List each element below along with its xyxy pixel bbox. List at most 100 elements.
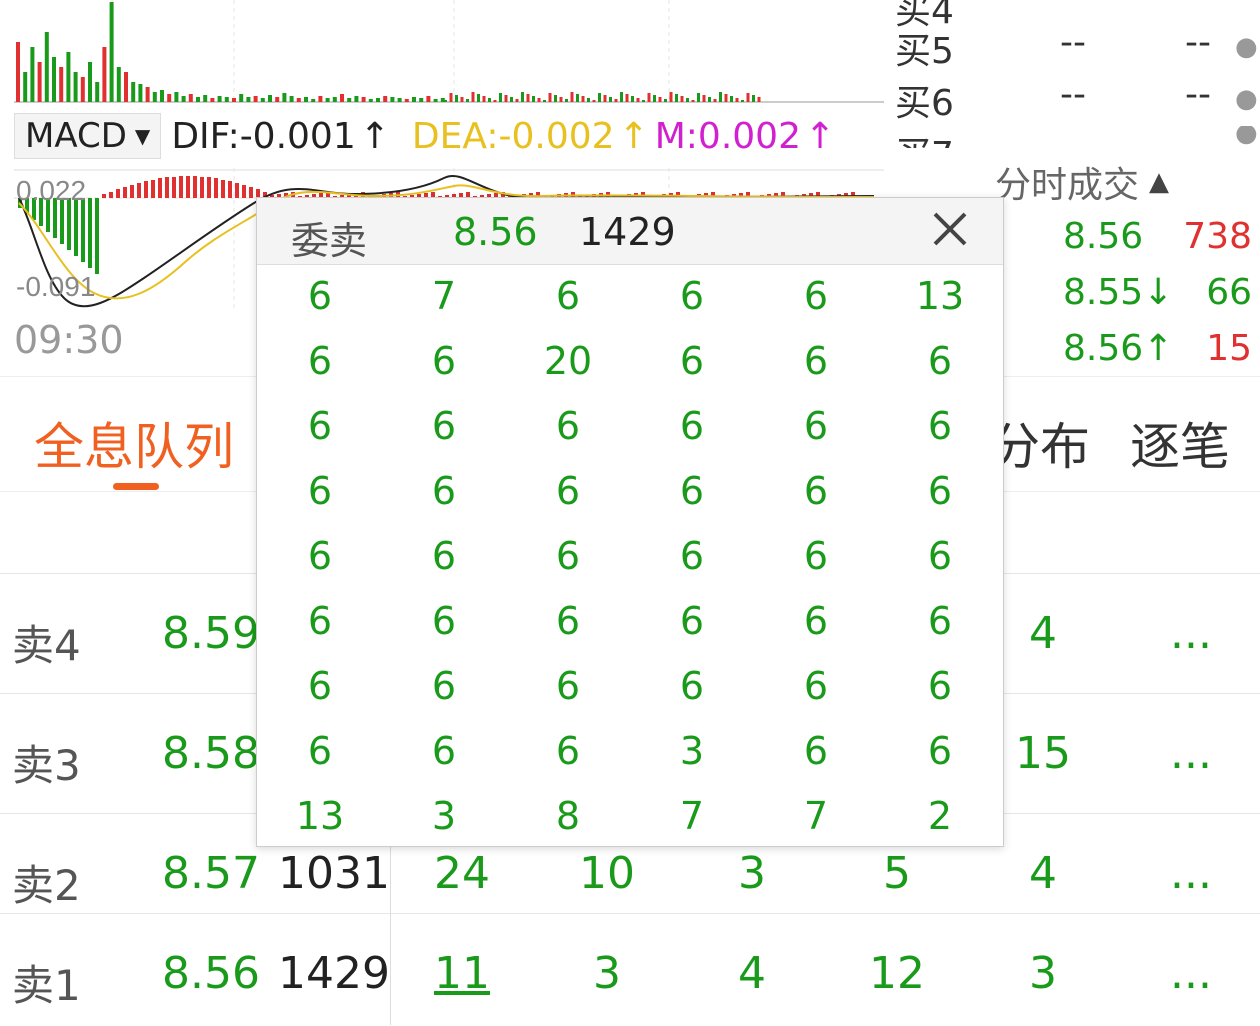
volume-bar <box>109 2 114 102</box>
volume-bar <box>188 94 193 102</box>
volume-bar <box>289 96 294 102</box>
volume-bar <box>713 99 717 102</box>
macd-bar <box>109 192 113 198</box>
queue-order[interactable]: 24 <box>412 848 512 899</box>
popup-order-cell: 6 <box>803 664 829 708</box>
popup-order-cell: 6 <box>927 729 953 773</box>
popup-order-cell: 6 <box>431 404 457 448</box>
macd-bar <box>102 194 106 198</box>
queue-order[interactable]: 3 <box>557 948 657 999</box>
tab-full-queue[interactable]: 全息队列 <box>34 407 234 479</box>
queue-order[interactable]: 3 <box>993 948 1093 999</box>
volume-bar <box>675 94 678 102</box>
volume-chart <box>14 0 884 103</box>
volume-bar <box>730 96 733 102</box>
popup-order-cell: 6 <box>307 469 333 513</box>
more-orders-button[interactable]: ... <box>1170 728 1212 779</box>
m-up-icon: ↑ <box>804 115 836 157</box>
queue-order[interactable]: 15 <box>993 728 1093 779</box>
queue-order[interactable]: 5 <box>847 848 947 899</box>
popup-order-cell: 6 <box>803 534 829 578</box>
volume-bar <box>102 47 107 102</box>
queue-order[interactable]: 4 <box>993 608 1093 659</box>
volume-bar <box>397 98 402 102</box>
volume-bar <box>752 95 755 102</box>
trade-qty: 66 <box>1206 272 1252 313</box>
volume-bar <box>116 67 121 102</box>
volume-bar <box>504 95 508 102</box>
popup-order-cell: 20 <box>543 339 593 383</box>
macd-bar <box>172 177 176 198</box>
macd-bar <box>179 176 183 198</box>
macd-bar <box>186 176 190 198</box>
popup-order-cell: 6 <box>679 534 705 578</box>
queue-order[interactable]: 4 <box>702 948 802 999</box>
queue-order[interactable]: 3 <box>702 848 802 899</box>
volume-bar <box>603 95 607 102</box>
volume-bar <box>592 100 596 102</box>
more-orders-button[interactable]: ... <box>1170 948 1212 999</box>
volume-bar <box>653 95 656 102</box>
queue-order[interactable]: 10 <box>557 848 657 899</box>
tab-tick-by-tick[interactable]: 逐笔 <box>1130 407 1230 479</box>
volume-bar <box>390 97 395 102</box>
trade-row: 8.56 738 <box>1063 216 1260 266</box>
depth-row[interactable]: 买6 -- -- ● <box>895 74 1260 124</box>
volume-bar <box>232 98 236 102</box>
volume-bar <box>282 93 287 102</box>
volume-bar <box>460 97 464 102</box>
close-icon[interactable] <box>927 206 973 252</box>
popup-order-cell: 6 <box>555 404 581 448</box>
popup-order-cell: 6 <box>803 274 829 318</box>
queue-price: 8.56 <box>162 948 260 999</box>
volume-bar <box>66 52 71 102</box>
queue-order[interactable]: 4 <box>993 848 1093 899</box>
volume-bar <box>702 95 706 102</box>
volume-bar <box>548 93 552 102</box>
popup-order-cell: 6 <box>555 599 581 643</box>
volume-bar <box>224 97 229 102</box>
depth-label: 买5 <box>895 31 954 72</box>
volume-bar <box>210 98 215 102</box>
volume-bar <box>488 98 491 102</box>
popup-order-cell: 13 <box>295 794 345 838</box>
queue-order-selected[interactable]: 11 <box>412 948 512 999</box>
dot-icon: ● <box>1235 32 1258 62</box>
trade-price: 8.55↓ <box>1063 272 1174 313</box>
volume-bar <box>260 98 265 102</box>
volume-bar <box>691 100 695 102</box>
trades-header[interactable]: 分时成交 ▲ <box>995 156 1169 208</box>
volume-bar <box>697 93 700 102</box>
volume-bar <box>181 96 186 102</box>
popup-title: 委卖 <box>291 219 368 263</box>
volume-bar <box>521 92 524 102</box>
triangle-up-icon: ▲ <box>1149 167 1170 197</box>
popup-order-cell: 6 <box>431 469 457 513</box>
volume-bar <box>275 97 280 102</box>
popup-order-cell: 6 <box>431 729 457 773</box>
queue-level-label: 卖4 <box>12 621 81 670</box>
more-orders-button[interactable]: ... <box>1170 848 1212 899</box>
popup-order-cell: 6 <box>307 404 333 448</box>
popup-order-cell: 13 <box>915 274 965 318</box>
indicator-selector[interactable]: MACD ▼ <box>14 113 162 159</box>
volume-bar <box>433 99 438 102</box>
volume-bar <box>253 96 258 102</box>
trade-qty: 15 <box>1206 328 1252 369</box>
volume-bar <box>318 96 323 102</box>
volume-bar <box>664 99 667 102</box>
tab-distribution[interactable]: 分布 <box>990 407 1090 479</box>
queue-order[interactable]: 12 <box>847 948 947 999</box>
volume-bar <box>426 96 431 102</box>
volume-bar <box>196 97 200 102</box>
volume-bar <box>311 99 316 102</box>
depth-row[interactable]: 买5 -- -- ● <box>895 22 1260 72</box>
popup-order-cell: 6 <box>555 664 581 708</box>
more-orders-button[interactable]: ... <box>1170 608 1212 659</box>
volume-bar <box>354 96 359 102</box>
popup-order-cell: 6 <box>307 599 333 643</box>
macd-bar <box>151 180 155 198</box>
queue-row-sell1[interactable]: 卖1 8.56 1429 11 3 4 12 3 ... <box>0 913 1260 1026</box>
volume-bar <box>708 97 711 102</box>
macd-bar <box>116 189 120 198</box>
